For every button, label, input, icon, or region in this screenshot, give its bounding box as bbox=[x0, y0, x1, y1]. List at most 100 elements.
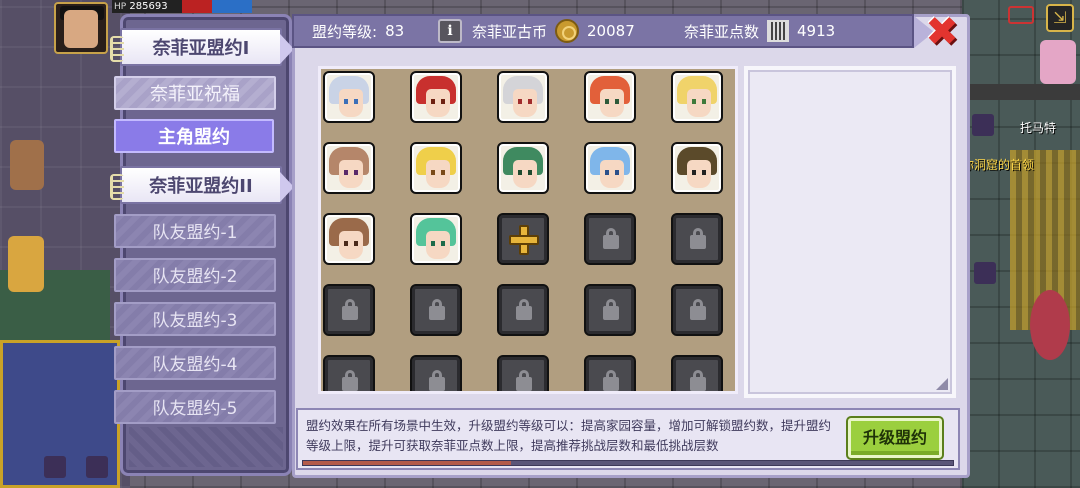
hero-face bbox=[339, 89, 363, 117]
padlock-icon bbox=[429, 306, 445, 320]
hero-portrait-slot[interactable] bbox=[323, 71, 375, 123]
locked-slot[interactable] bbox=[584, 213, 636, 265]
hero-eye bbox=[431, 241, 435, 246]
locked-slot[interactable] bbox=[410, 284, 462, 336]
locked-slot[interactable] bbox=[323, 355, 375, 391]
padlock-icon bbox=[516, 306, 532, 320]
hero-face bbox=[600, 89, 624, 117]
npc-sprite[interactable] bbox=[1040, 40, 1076, 84]
currency-display: i 奈菲亚古币 20087 bbox=[438, 16, 635, 46]
status-bar-blue bbox=[212, 0, 252, 13]
tab-teammate-covenant-1[interactable]: 队友盟约-1 bbox=[114, 214, 276, 248]
locked-slot[interactable] bbox=[671, 284, 723, 336]
plant-decoration bbox=[1030, 290, 1070, 360]
info-icon[interactable]: i bbox=[438, 19, 462, 43]
tab-label: 奈菲亚祝福 bbox=[150, 84, 240, 105]
locked-slot[interactable] bbox=[584, 284, 636, 336]
covenant-detail-panel bbox=[744, 66, 956, 398]
padlock-icon bbox=[342, 306, 358, 320]
hero-portrait-slot[interactable] bbox=[323, 142, 375, 194]
tab-label: 队友盟约-1 bbox=[152, 223, 238, 243]
tab-nephia-blessing[interactable]: 奈菲亚祝福 bbox=[114, 76, 276, 110]
hero-portrait-slot[interactable] bbox=[584, 142, 636, 194]
points-display: 奈菲亚点数 4913 bbox=[684, 16, 835, 46]
hero-eye bbox=[692, 99, 696, 104]
locked-slot[interactable] bbox=[323, 284, 375, 336]
hero-eye bbox=[692, 170, 696, 175]
tab-teammate-covenant-5[interactable]: 队友盟约-5 bbox=[114, 390, 276, 424]
tab-nephia-covenant-1[interactable]: 奈菲亚盟约I bbox=[110, 28, 294, 66]
tab-label: 队友盟约-5 bbox=[152, 399, 238, 419]
hero-portrait-slot[interactable] bbox=[671, 142, 723, 194]
hero-eye bbox=[344, 241, 348, 246]
hero-eye bbox=[354, 170, 358, 175]
locked-slot[interactable] bbox=[584, 355, 636, 391]
hero-portrait-slot[interactable] bbox=[410, 142, 462, 194]
hero-eye bbox=[528, 99, 532, 104]
hero-eye bbox=[441, 241, 445, 246]
npc-sprite[interactable] bbox=[10, 140, 44, 190]
locked-slot[interactable] bbox=[671, 355, 723, 391]
hero-eye bbox=[605, 170, 609, 175]
hero-face bbox=[687, 89, 711, 117]
padlock-icon bbox=[603, 306, 619, 320]
hero-portrait-slot[interactable] bbox=[410, 213, 462, 265]
add-hero-slot[interactable] bbox=[497, 213, 549, 265]
locked-slot[interactable] bbox=[497, 284, 549, 336]
hero-face bbox=[339, 231, 363, 259]
panel-pattern bbox=[129, 427, 283, 467]
points-value: 4913 bbox=[797, 22, 836, 40]
hero-eye bbox=[518, 99, 522, 104]
exit-fullscreen-icon[interactable]: ⇲ bbox=[1046, 4, 1074, 32]
spring-binding-icon bbox=[110, 174, 124, 200]
level-value: 83 bbox=[385, 22, 405, 40]
plus-icon bbox=[509, 235, 539, 245]
player-sprite bbox=[8, 236, 44, 292]
lamp-decoration bbox=[972, 114, 994, 136]
hero-eye bbox=[441, 170, 445, 175]
hero-portrait-slot[interactable] bbox=[584, 71, 636, 123]
hero-face bbox=[426, 160, 450, 188]
hero-portrait-slot[interactable] bbox=[410, 71, 462, 123]
tab-label: 主角盟约 bbox=[158, 127, 230, 148]
tab-teammate-covenant-4[interactable]: 队友盟约-4 bbox=[114, 346, 276, 380]
tab-nephia-covenant-2[interactable]: 奈菲亚盟约II bbox=[110, 166, 294, 204]
hero-face bbox=[600, 160, 624, 188]
locked-slot[interactable] bbox=[410, 355, 462, 391]
locked-slot[interactable] bbox=[497, 355, 549, 391]
hero-face bbox=[687, 160, 711, 188]
padlock-icon bbox=[603, 235, 619, 249]
tab-teammate-covenant-2[interactable]: 队友盟约-2 bbox=[114, 258, 276, 292]
hero-eye bbox=[702, 99, 706, 104]
lamp-decoration bbox=[44, 456, 66, 478]
points-icon bbox=[767, 20, 790, 42]
npc-name-label: 托马特 bbox=[1020, 121, 1057, 135]
padlock-icon bbox=[342, 377, 358, 391]
hp-label: HP bbox=[114, 2, 127, 12]
tv-icon[interactable] bbox=[1008, 6, 1034, 24]
tab-label: 奈菲亚盟约I bbox=[152, 38, 250, 59]
hp-value: 285693 bbox=[129, 1, 168, 12]
wall-pipe bbox=[962, 84, 1080, 100]
locked-slot[interactable] bbox=[671, 213, 723, 265]
hero-portrait-slot[interactable] bbox=[671, 71, 723, 123]
hero-eye bbox=[344, 170, 348, 175]
player-avatar[interactable] bbox=[54, 2, 108, 54]
close-button[interactable]: ✖ bbox=[922, 12, 962, 54]
covenant-progress-bar bbox=[302, 460, 954, 466]
upgrade-covenant-button[interactable]: 升级盟约 bbox=[848, 418, 942, 458]
hero-eye bbox=[344, 99, 348, 104]
hero-face bbox=[339, 160, 363, 188]
hero-portrait-slot[interactable] bbox=[323, 213, 375, 265]
hero-face bbox=[426, 231, 450, 259]
lamp-decoration bbox=[86, 456, 108, 478]
points-label: 奈菲亚点数 bbox=[684, 22, 760, 41]
resize-corner-icon bbox=[936, 378, 948, 390]
hero-portrait-slot[interactable] bbox=[497, 71, 549, 123]
tab-teammate-covenant-3[interactable]: 队友盟约-3 bbox=[114, 302, 276, 336]
padlock-icon bbox=[690, 377, 706, 391]
hero-portrait-slot[interactable] bbox=[497, 142, 549, 194]
tab-hero-covenant[interactable]: 主角盟约 bbox=[114, 119, 274, 153]
padlock-icon bbox=[603, 377, 619, 391]
padlock-icon bbox=[516, 377, 532, 391]
